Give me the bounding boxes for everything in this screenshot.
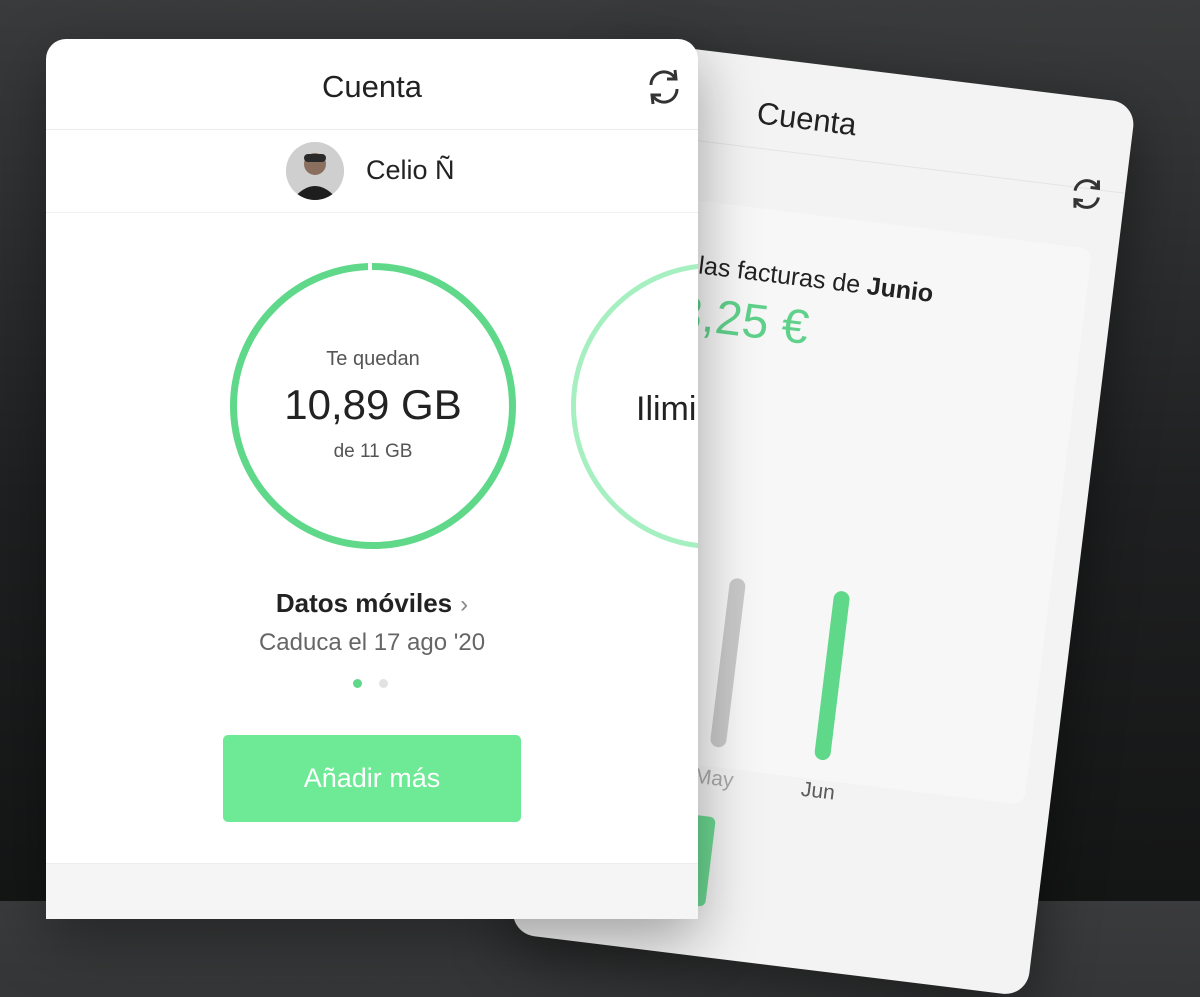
page-dot-active[interactable]	[353, 679, 362, 688]
user-name: Celio Ñ	[366, 155, 455, 185]
account-screen-card: Cuenta Celio Ñ Te quedan 10,89 GB de 11 …	[46, 39, 698, 919]
page-title: Cuenta	[322, 69, 422, 104]
add-more-button-label: Añadir más	[303, 763, 441, 793]
next-section-strip	[46, 863, 698, 919]
avatar	[286, 142, 344, 200]
page-dot[interactable]	[379, 679, 388, 688]
back-page-title: Cuenta	[755, 95, 859, 143]
user-row[interactable]: Celio Ñ	[46, 130, 698, 213]
refresh-icon[interactable]	[644, 67, 684, 107]
plan-title: Datos móviles	[275, 588, 453, 618]
next-plan-label: Ilimi	[636, 390, 697, 428]
plan-carousel[interactable]: Te quedan 10,89 GB de 11 GB Ilimi	[46, 213, 698, 573]
avatar-image	[286, 142, 344, 200]
chevron-right-icon: ›	[460, 591, 469, 618]
add-more-button[interactable]: Añadir más	[223, 735, 521, 822]
remaining-data-value: 10,89 GB	[284, 381, 462, 428]
refresh-icon[interactable]	[1064, 172, 1109, 217]
header: Cuenta	[46, 39, 698, 130]
total-data-label: de 11 GB	[333, 441, 413, 462]
plan-expiry: Caduca el 17 ago '20	[258, 629, 486, 656]
ring-progress-gap	[368, 263, 372, 271]
remaining-label: Te quedan	[326, 348, 420, 370]
plan-title-link[interactable]: Datos móviles ›	[46, 588, 698, 619]
